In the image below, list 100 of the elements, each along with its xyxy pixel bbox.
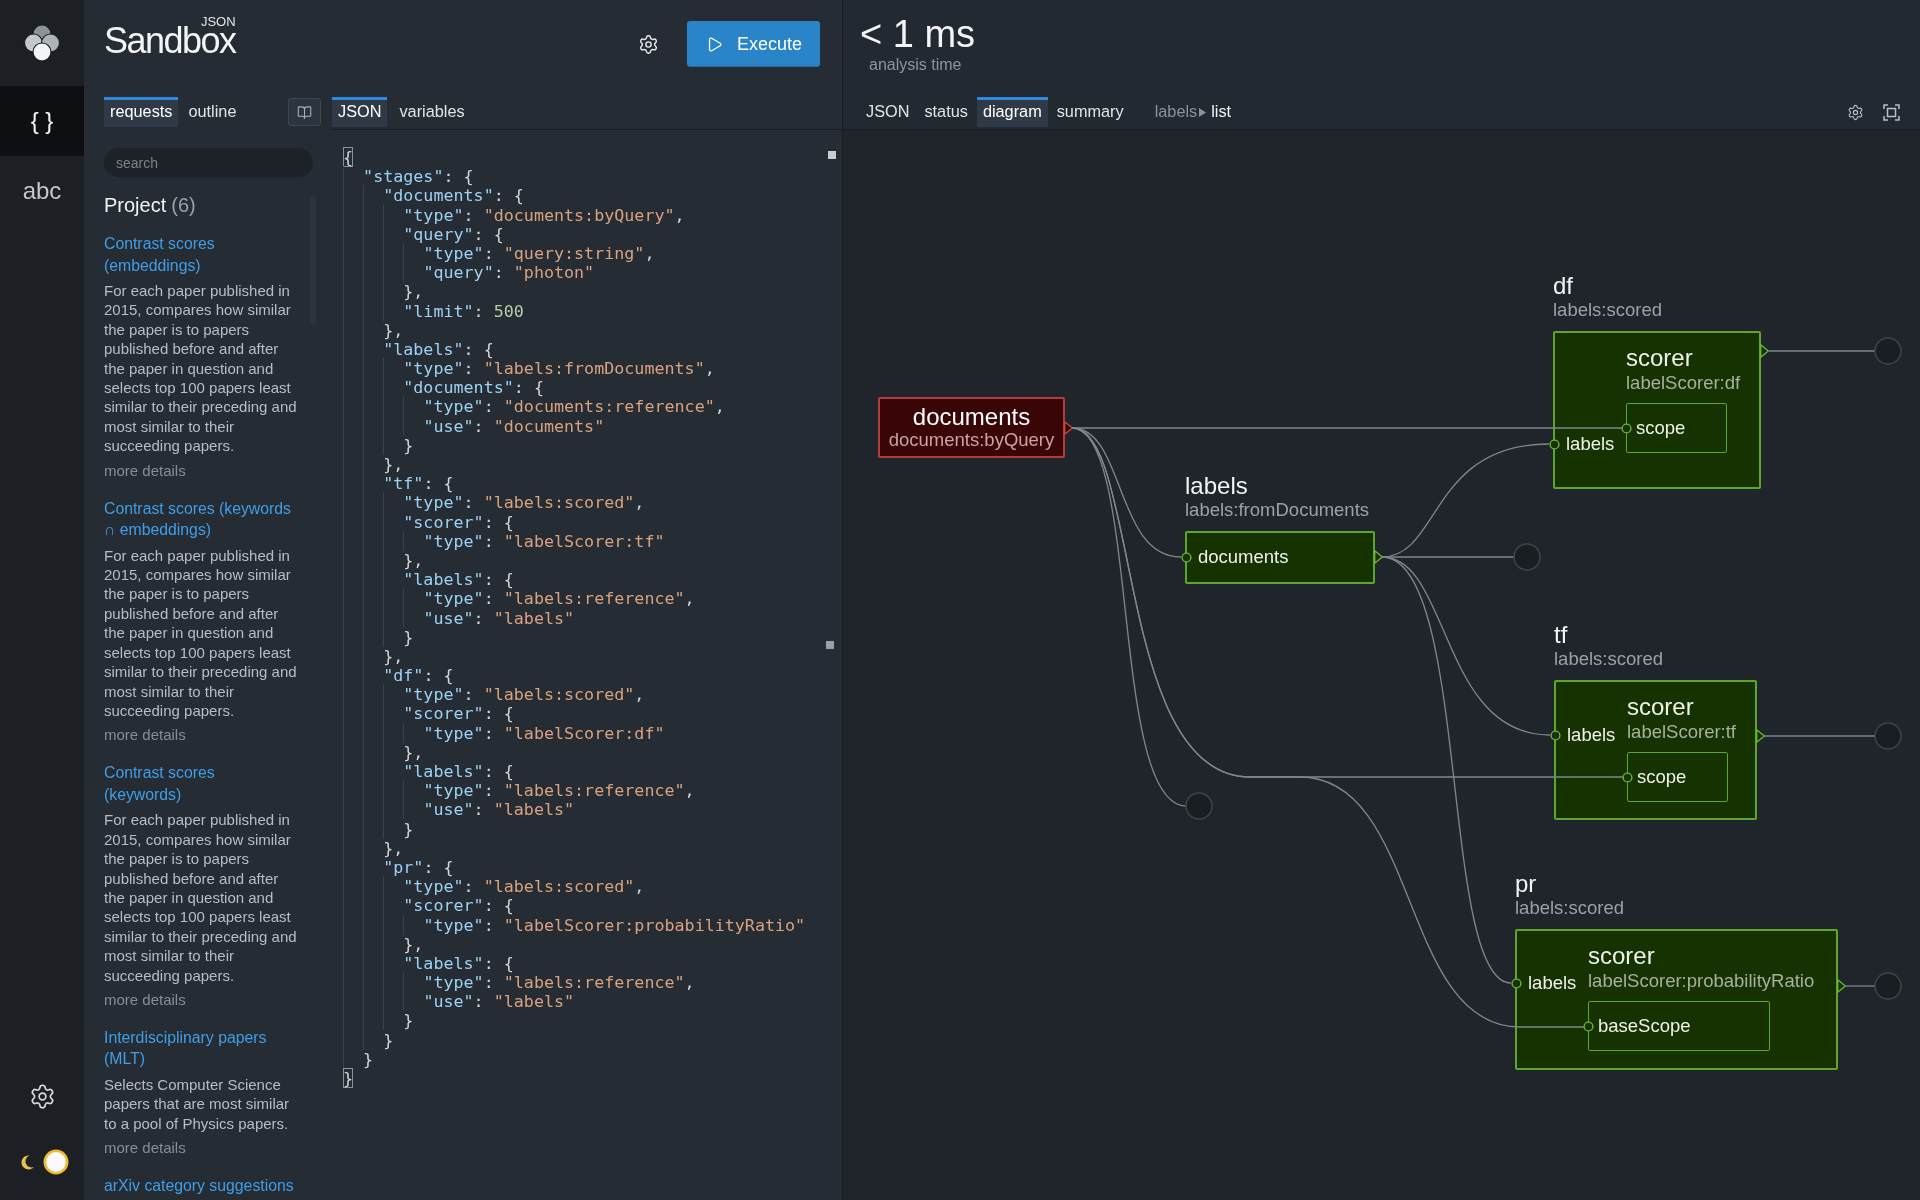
code-line: "type": "labels:scored", [343,877,645,897]
request-description: For each paper published in 2015, compares how similar the paper is to papers published before and after the paper in question and selects top 100 papers least similar to their preceding and most similar to their succeeding papers. [104,810,298,985]
slot-label: scope [1636,417,1686,439]
focus-frame-icon[interactable] [1883,103,1900,121]
code-line: "labels": { [343,762,514,782]
code-line: "type": "documents:reference", [343,397,725,417]
request-link[interactable]: Contrast scores (keywords) [104,762,295,806]
code-line: "query": { [343,224,504,244]
code-line: "tf": { [343,474,454,494]
request-description: For each paper published in 2015, compares how similar the paper is to papers published before and after the paper in question and selects top 100 papers least similar to their preceding and most similar to their succeeding papers. [104,281,298,456]
code-line: "type": "labels:scored", [343,493,645,513]
code-line: "pr": { [343,857,454,878]
result-tab[interactable]: diagram [976,97,1048,127]
component-type: labelScorer:tf [1627,721,1736,743]
panel-tab[interactable]: outline [182,97,243,127]
app-title: Sandbox [104,27,236,55]
code-line: "labels": { [343,339,494,360]
input-label: labels [1528,972,1577,994]
end-circle-icon [1513,543,1541,571]
request-description: For each paper published in 2015, compares how similar the paper is to papers published before and after the paper in question and selects top 100 papers least similar to their preceding and most similar to their succeeding papers. [104,545,298,721]
request-link[interactable]: Contrast scores (embeddings) [104,233,295,276]
more-details-link[interactable]: more details [104,460,186,480]
moon-icon [21,1154,34,1170]
code-line: "scorer": { [343,896,514,916]
book-button[interactable] [288,98,321,126]
request-link[interactable]: arXiv category suggestions [104,1175,295,1197]
request-link[interactable]: Contrast scores (keywords ∩ embeddings) [104,497,295,541]
request-description: Selects Computer Science papers that are most similar to a pool of Physics papers. [104,1074,291,1134]
ruler-mark-icon [826,641,834,649]
code-line: "query": "photon" [343,263,595,283]
execute-button[interactable]: Execute [687,21,820,67]
rail-button[interactable]: abc [0,156,84,226]
analysis-time-caption: analysis time [869,56,962,74]
stage-type: documents:byQuery [888,429,1055,451]
code-line: "type": "labels:reference", [343,781,695,801]
code-line: { [343,148,354,168]
stage-name: tf [1554,622,1568,648]
code-line: "type": "labelScorer:tf" [343,531,665,551]
code-line: } [343,1030,394,1050]
group-count: (6) [171,193,196,217]
code-line: }, [343,282,424,302]
slot-label: scope [1637,766,1687,788]
request-link[interactable]: Interdisciplinary papers (MLT) [104,1026,295,1070]
input-label: documents [1198,546,1289,568]
end-circle-icon [1874,722,1902,750]
code-line: "documents": { [343,186,524,206]
stage-type: labels:scored [1553,299,1662,321]
connector-line [1844,985,1876,987]
code-line: "labels": { [343,953,514,974]
stage-name: documents [912,404,1031,429]
result-tab[interactable]: JSON [860,97,916,127]
code-line: "stages": { [343,167,474,187]
code-line: "type": "labels:reference", [343,973,695,993]
panel-tab[interactable]: requests [104,97,179,127]
component-name: scorer [1627,693,1694,721]
stage-name: df [1553,273,1573,299]
code-line: } [343,435,414,455]
search-field[interactable]: search [104,148,313,177]
logo-icon [23,24,61,62]
code-line: "type": "query:string", [343,243,655,264]
code-line: "scorer": { [343,704,514,724]
path-link[interactable]: labels [1154,97,1198,127]
code-line: } [343,1049,374,1069]
more-details-link[interactable]: more details [104,1138,186,1158]
code-line: "type": "labelScorer:probabilityRatio" [343,915,806,935]
more-details-link[interactable]: more details [104,725,186,745]
result-tab[interactable]: status [918,97,974,127]
input-port-icon [1621,771,1633,783]
editor-tab[interactable]: variables [393,97,471,127]
rail-button[interactable]: { } [0,86,84,156]
component-name: scorer [1626,344,1693,372]
end-circle-icon [1874,337,1902,365]
stage-name: labels [1185,473,1248,499]
result-tab[interactable]: summary [1050,97,1130,127]
more-details-link[interactable]: more details [104,989,186,1009]
sun-icon [43,1149,69,1175]
settings-icon[interactable] [1847,103,1864,121]
code-line: } [343,819,414,839]
code-line: "labels": { [343,570,514,590]
ruler-mark-icon [828,151,836,159]
code-line: "type": "labelScorer:df" [343,723,665,743]
stage-type: labels:fromDocuments [1185,499,1370,521]
input-port-icon [1582,1020,1594,1032]
code-line: "type": "documents:byQuery", [343,205,685,225]
group-title: Project [104,193,167,217]
code-line: }, [343,934,424,954]
code-line: "scorer": { [343,512,514,532]
code-line: "limit": 500 [343,301,524,321]
path-link[interactable]: list [1211,97,1232,127]
code-line: "documents": { [343,378,544,398]
theme-switch[interactable] [18,1148,70,1176]
code-line: }, [343,455,404,475]
book-icon [297,104,312,120]
editor-tab[interactable]: JSON [332,97,388,127]
code-line: } [343,1011,414,1031]
stage-type: labels:scored [1515,897,1624,919]
slot-label: baseScope [1598,1015,1691,1037]
code-line: "use": "labels" [343,608,575,628]
code-line: }, [343,646,404,667]
code-line: "type": "labels:reference", [343,589,695,609]
